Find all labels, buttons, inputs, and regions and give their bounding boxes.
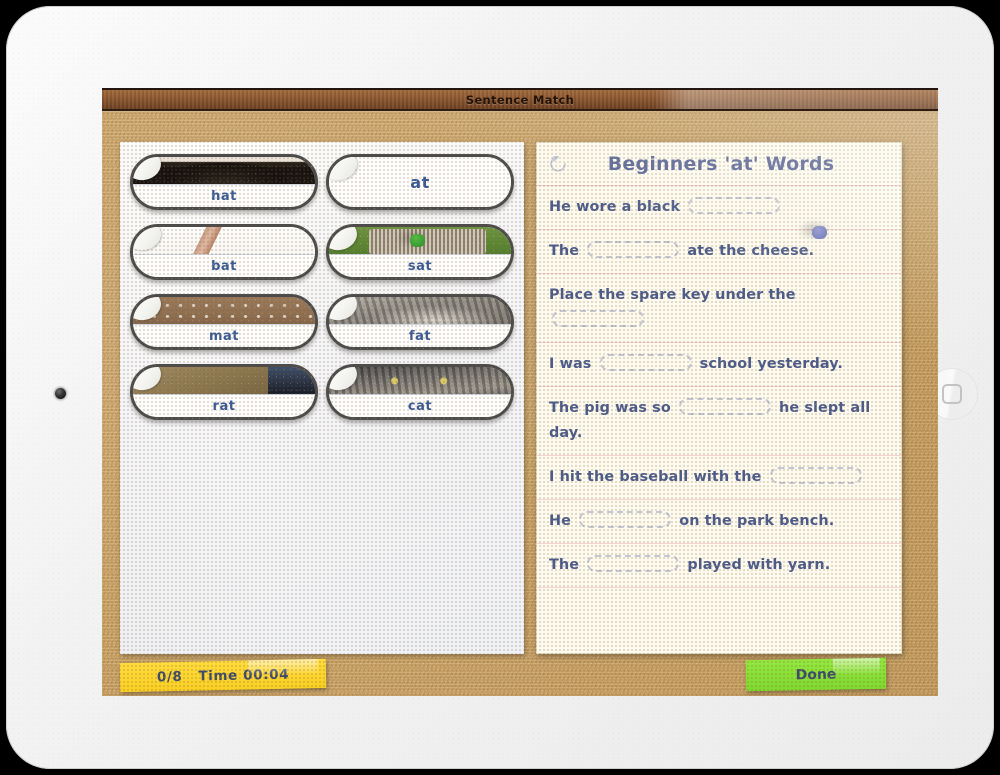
- sentence-list: He wore a black The ate the cheese. Plac…: [537, 186, 901, 588]
- sentence-text-after: on the park bench.: [674, 513, 835, 529]
- word-tile-fat[interactable]: fat: [326, 294, 514, 350]
- word-tile-bat[interactable]: bat: [130, 224, 318, 280]
- sentence-text-after: played with yarn.: [682, 557, 831, 573]
- score-timer-note: 0/8 Time 00:04: [119, 658, 327, 693]
- done-button-label: Done: [795, 666, 837, 683]
- corkboard-background: hat at bat sat mat fat rat cat Beginners…: [102, 111, 938, 696]
- sentence-text-before: The: [549, 243, 585, 259]
- notepad-header: Beginners 'at' Words: [537, 143, 901, 186]
- word-tile-label: sat: [329, 254, 511, 277]
- sentence-text-before: I was: [549, 356, 597, 372]
- answer-blank-slot[interactable]: [587, 241, 680, 258]
- sentence-row[interactable]: I hit the baseball with the: [537, 456, 901, 500]
- answer-blank-slot[interactable]: [599, 354, 692, 371]
- sentence-text-before: Place the spare key under the: [549, 287, 796, 303]
- word-tile-grid: hat at bat sat mat fat rat cat: [120, 142, 524, 420]
- sentence-text-before: He: [549, 513, 577, 529]
- sentence-row[interactable]: He on the park bench.: [537, 500, 901, 544]
- camera-lens-icon: [55, 388, 66, 399]
- word-tile-at[interactable]: at: [326, 154, 514, 210]
- answer-blank-slot[interactable]: [587, 555, 680, 572]
- done-button[interactable]: Done: [745, 657, 887, 692]
- word-tile-label: cat: [329, 394, 511, 417]
- word-tile-mat[interactable]: mat: [130, 294, 318, 350]
- sentence-text-before: He wore a black: [549, 199, 686, 215]
- refresh-circular-arrow-icon[interactable]: [547, 153, 569, 175]
- timer-value: Time 00:04: [198, 666, 290, 685]
- word-tile-hat[interactable]: hat: [130, 154, 318, 210]
- word-tile-label: bat: [133, 254, 315, 277]
- word-tile-label: mat: [133, 324, 315, 347]
- sentence-row[interactable]: I was school yesterday.: [537, 343, 901, 387]
- answer-blank-slot[interactable]: [769, 467, 862, 484]
- word-tile-rat[interactable]: rat: [130, 364, 318, 420]
- word-tile-label: fat: [329, 324, 511, 347]
- sentence-text-before: The: [549, 557, 585, 573]
- window-titlebar: Sentence Match: [102, 88, 938, 111]
- answer-blank-slot[interactable]: [579, 511, 672, 528]
- sentence-text-after: ate the cheese.: [682, 243, 815, 259]
- sentence-row[interactable]: The ate the cheese.: [537, 230, 901, 274]
- sentence-notepad-panel: Beginners 'at' Words He wore a black The…: [536, 142, 902, 654]
- score-value: 0/8: [156, 668, 183, 685]
- notepad-title: Beginners 'at' Words: [607, 153, 835, 175]
- answer-blank-slot[interactable]: [552, 310, 644, 327]
- word-tiles-panel: hat at bat sat mat fat rat cat: [120, 142, 524, 654]
- app-screen: Sentence Match hat at bat sat mat fat ra…: [102, 88, 938, 696]
- sentence-row[interactable]: Place the spare key under the: [537, 274, 901, 343]
- page-title: Sentence Match: [465, 92, 575, 107]
- sentence-row[interactable]: The pig was so he slept all day.: [537, 387, 901, 456]
- sentence-text-after: school yesterday.: [694, 356, 843, 372]
- sentence-row[interactable]: The played with yarn.: [537, 544, 901, 588]
- sentence-text-before: The pig was so: [549, 400, 676, 416]
- sentence-text-before: I hit the baseball with the: [549, 469, 767, 485]
- word-tile-label: hat: [133, 184, 315, 207]
- home-button-square-glyph: [942, 384, 962, 404]
- word-tile-cat[interactable]: cat: [326, 364, 514, 420]
- word-tile-label: rat: [133, 394, 315, 417]
- ipad-device: Sentence Match hat at bat sat mat fat ra…: [6, 6, 994, 769]
- sentence-row[interactable]: He wore a black: [537, 186, 901, 230]
- answer-blank-slot[interactable]: [678, 398, 771, 415]
- answer-blank-slot[interactable]: [688, 197, 781, 214]
